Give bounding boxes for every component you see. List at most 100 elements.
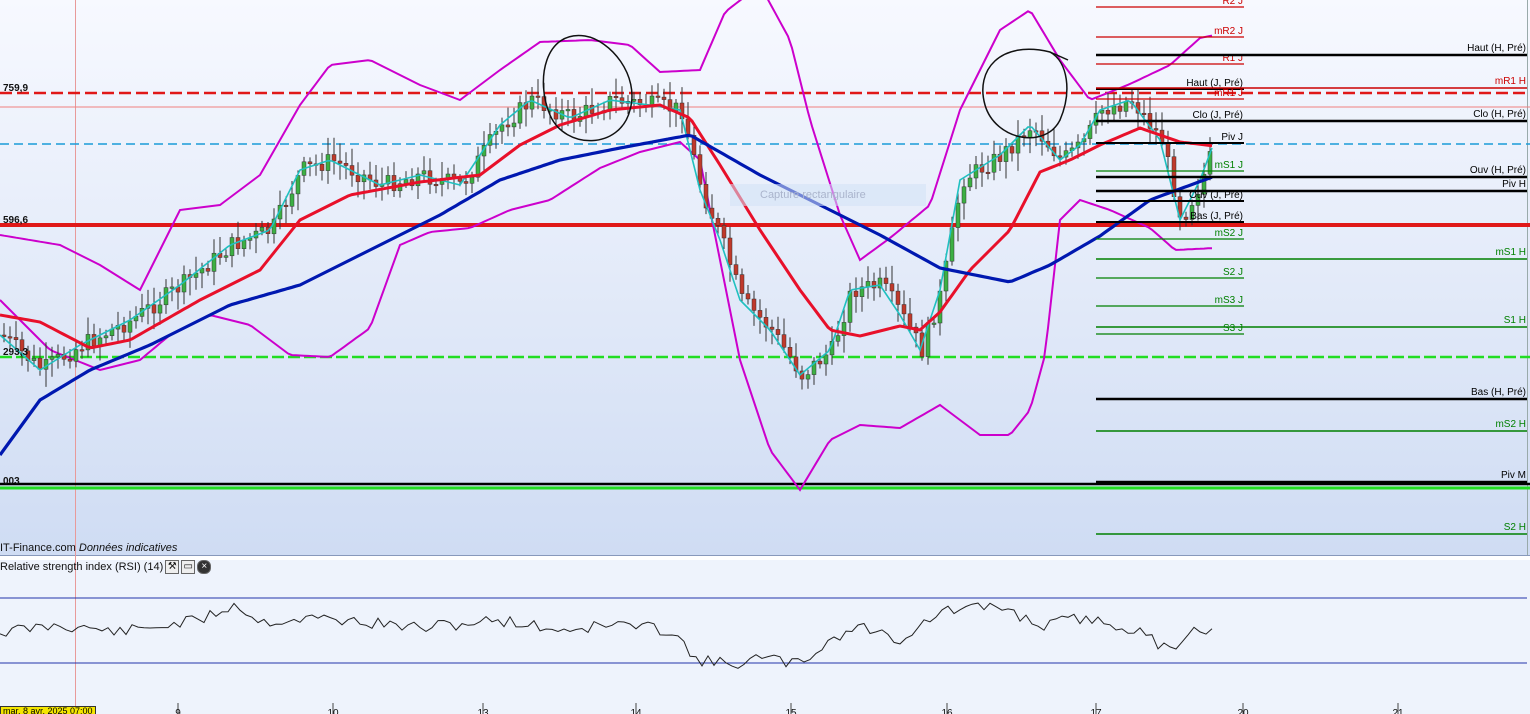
price-label-upper: 759,9 [3,83,28,94]
candle-body [421,170,427,175]
candle-body [103,335,109,339]
weekly-level-label: Piv M [1501,470,1526,481]
candle-body [775,329,781,335]
candle-body [55,354,61,358]
candle-body [505,124,511,128]
candle-body [1009,146,1015,154]
candle-body [787,347,793,358]
candle-body [517,102,523,124]
close-icon[interactable]: × [197,560,212,574]
rsi-title: Relative strength index (RSI) (14) [0,561,164,573]
candle-body [49,356,55,360]
candle-body [355,174,361,183]
candle-body [1123,101,1129,112]
weekly-level-label: Haut (H, Pré) [1467,43,1526,54]
candle-body [37,357,43,370]
data-credit: IT-Finance.com Données indicatives [0,542,177,554]
candle-body [499,124,505,132]
candle-body [433,184,439,187]
price-label-middle: 596,6 [3,215,28,226]
candle-body [655,95,661,98]
candle-body [229,237,235,257]
candle-body [307,161,313,165]
x-tick-label: 21 [1392,708,1404,714]
daily-level-label: mR1 J [1214,88,1243,99]
maximize-icon[interactable]: ▭ [181,560,196,574]
price-chart[interactable]: R2 JmR2 JR1 JHaut (J, Pré)mR1 JClo (J, P… [0,0,1530,714]
candle-body [1027,130,1033,138]
credit-note: Données indicatives [78,542,178,554]
wrench-icon[interactable]: ⚒ [165,560,180,574]
candle-body [817,360,823,365]
candle-body [223,255,229,258]
candle-body [931,322,937,325]
weekly-level-label: S2 H [1504,522,1526,533]
candle-body [757,310,763,318]
candle-body [745,293,751,300]
rsi-background [0,560,1530,714]
candle-body [319,163,325,171]
weekly-level-label: mS1 H [1495,247,1526,258]
x-tick-label: 10 [327,708,339,714]
candle-body [121,325,127,333]
candle-body [805,374,811,380]
candle-body [739,274,745,294]
candle-body [883,277,889,284]
candle-body [751,298,757,311]
candle-body [7,336,13,339]
daily-level-label: mS2 J [1215,228,1243,239]
candle-body [1057,155,1063,158]
x-tick-label: 17 [1090,708,1102,714]
weekly-level-label: Ouv (H, Pré) [1470,165,1526,176]
candle-body [13,337,19,340]
candle-body [157,304,163,314]
candle-body [283,204,289,207]
daily-level-label: Clo (J, Pré) [1192,110,1243,121]
candle-body [463,181,469,184]
daily-level-label: Bas (J, Pré) [1190,211,1243,222]
crosshair-date-label: mar. 8 avr. 2025 07:00 [0,706,96,714]
candle-body [331,154,337,162]
candle-body [31,357,37,361]
weekly-level-label: Clo (H, Pré) [1473,109,1526,120]
candle-body [169,286,175,289]
daily-level-label: mR2 J [1214,26,1243,37]
candle-body [685,118,691,136]
credit-site: IT-Finance.com [0,542,76,554]
candle-body [901,304,907,315]
daily-level-label: mS1 J [1215,160,1243,171]
candle-body [661,96,667,100]
daily-level-label: mS3 J [1215,295,1243,306]
candle-body [79,349,85,352]
candle-body [127,320,133,333]
candle-body [151,304,157,314]
candle-body [889,283,895,292]
candle-body [733,264,739,275]
candle-body [961,186,967,204]
candle-body [511,122,517,128]
candle-body [955,202,961,228]
candle-body [1105,109,1111,115]
weekly-level-label: mS2 H [1495,419,1526,430]
candle-body [781,334,787,348]
candle-body [907,313,913,328]
weekly-level-label: S1 H [1504,315,1526,326]
x-tick-label: 20 [1237,708,1249,714]
x-tick-label: 16 [941,708,953,714]
x-tick-label: 13 [477,708,489,714]
candle-body [337,160,343,164]
candle-body [769,326,775,330]
daily-level-label: R2 J [1222,0,1243,7]
candle-body [343,163,349,166]
candle-body [67,359,73,362]
candle-body [205,268,211,272]
chart-background [0,0,1530,555]
candle-body [613,96,619,99]
candle-body [289,193,295,207]
chart-stage: R2 JmR2 J R1 J Haut (J, Pré) mR1 J Clo (J, P… [0,0,1530,714]
candle-body [529,95,535,110]
candle-body [1153,128,1159,131]
candle-body [895,290,901,305]
candle-body [1165,143,1171,157]
candle-body [991,153,997,173]
